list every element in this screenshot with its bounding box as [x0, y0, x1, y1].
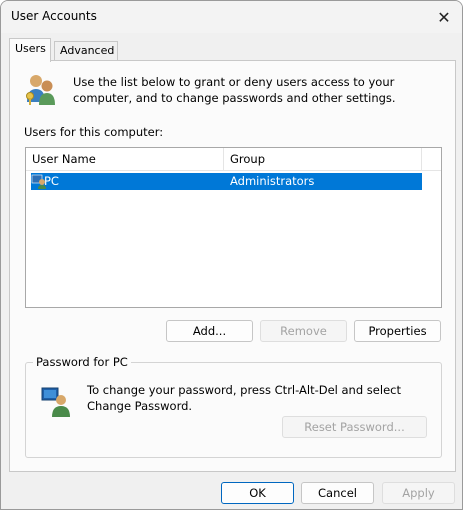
- reset-password-button[interactable]: Reset Password...: [282, 416, 427, 438]
- users-listview[interactable]: User Name Group PC Administrators: [25, 147, 442, 308]
- tab-users[interactable]: Users: [9, 38, 51, 62]
- password-legend: Password for PC: [33, 355, 131, 369]
- users-list-label: Users for this computer:: [24, 125, 164, 139]
- users-icon: [26, 75, 55, 105]
- ok-button[interactable]: OK: [221, 482, 294, 504]
- window-title: User Accounts: [11, 9, 97, 23]
- password-instructions: To change your password, press Ctrl-Alt-…: [87, 383, 401, 413]
- add-button[interactable]: Add...: [166, 320, 253, 342]
- properties-button[interactable]: Properties: [354, 320, 441, 342]
- column-header-group[interactable]: Group: [224, 148, 422, 170]
- row-group: Administrators: [230, 174, 315, 188]
- table-row[interactable]: PC Administrators: [31, 173, 422, 190]
- tab-advanced[interactable]: Advanced: [54, 41, 118, 60]
- user-accounts-window: User Accounts ✕ Users Advanced Use the l…: [0, 0, 463, 510]
- password-groupbox: Password for PC To change your password,…: [25, 355, 442, 458]
- remove-button[interactable]: Remove: [260, 320, 347, 342]
- cancel-button[interactable]: Cancel: [301, 482, 374, 504]
- intro-text: Use the list below to grant or deny user…: [73, 75, 396, 105]
- row-user-name: PC: [44, 174, 59, 188]
- listview-header: User Name Group: [26, 148, 441, 171]
- title-bar: User Accounts ✕: [1, 1, 462, 33]
- users-tab-panel: Use the list below to grant or deny user…: [9, 60, 456, 472]
- column-header-user-name[interactable]: User Name: [26, 148, 224, 170]
- apply-button[interactable]: Apply: [382, 482, 455, 504]
- user-computer-icon: [41, 387, 70, 417]
- close-icon[interactable]: ✕: [426, 1, 462, 33]
